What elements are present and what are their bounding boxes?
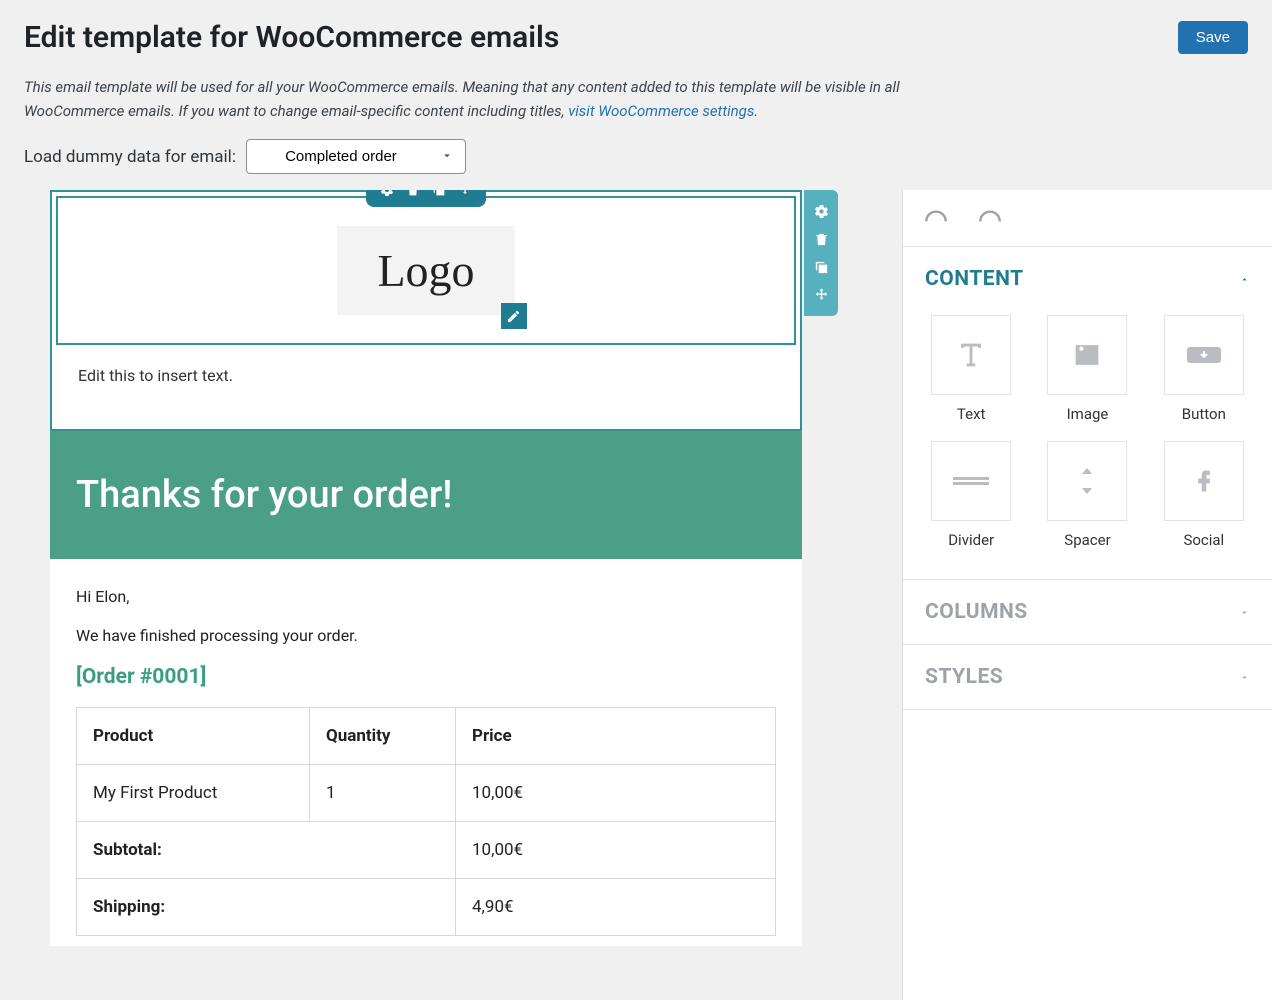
order-heading: [Order #0001] bbox=[76, 665, 776, 689]
logo-placeholder[interactable]: Logo bbox=[337, 226, 514, 315]
email-body[interactable]: Hi Elon, We have finished processing you… bbox=[50, 559, 802, 946]
summary-value: 10,00€ bbox=[456, 822, 776, 879]
processed-text: We have finished processing your order. bbox=[76, 626, 776, 645]
panel-columns: COLUMNS bbox=[903, 580, 1272, 645]
content-label: Spacer bbox=[1064, 531, 1110, 549]
cell-product: My First Product bbox=[77, 765, 310, 822]
dummy-data-label: Load dummy data for email: bbox=[24, 147, 236, 167]
button-icon bbox=[1164, 315, 1244, 395]
move-icon[interactable] bbox=[454, 190, 476, 201]
cell-qty: 1 bbox=[310, 765, 456, 822]
selected-section[interactable]: Logo Edit this to insert text. bbox=[50, 190, 802, 431]
col-price: Price bbox=[456, 708, 776, 765]
content-item-image[interactable]: Image bbox=[1041, 315, 1133, 423]
trash-icon[interactable] bbox=[402, 190, 424, 201]
logo-text: Logo bbox=[377, 245, 474, 296]
content-item-divider[interactable]: Divider bbox=[925, 441, 1017, 549]
social-icon bbox=[1164, 441, 1244, 521]
col-product: Product bbox=[77, 708, 310, 765]
redo-icon[interactable] bbox=[977, 206, 1003, 230]
table-row: My First Product 1 10,00€ bbox=[77, 765, 776, 822]
page-title: Edit template for WooCommerce emails bbox=[24, 20, 559, 55]
summary-row: Subtotal: 10,00€ bbox=[77, 822, 776, 879]
gear-icon[interactable] bbox=[376, 190, 398, 201]
content-item-spacer[interactable]: Spacer bbox=[1041, 441, 1133, 549]
panel-columns-header[interactable]: COLUMNS bbox=[903, 580, 1272, 644]
block-toolbar bbox=[366, 190, 486, 207]
image-icon bbox=[1047, 315, 1127, 395]
summary-row: Shipping: 4,90€ bbox=[77, 879, 776, 936]
col-qty: Quantity bbox=[310, 708, 456, 765]
caret-down-icon bbox=[1239, 668, 1250, 687]
duplicate-icon[interactable] bbox=[810, 256, 832, 278]
logo-block[interactable]: Logo bbox=[56, 196, 796, 345]
content-item-social[interactable]: Social bbox=[1158, 441, 1250, 549]
table-header-row: Product Quantity Price bbox=[77, 708, 776, 765]
caret-down-icon bbox=[1239, 603, 1250, 622]
panel-columns-title: COLUMNS bbox=[925, 600, 1028, 624]
content-grid: Text Image Button bbox=[903, 311, 1272, 579]
duplicate-icon[interactable] bbox=[428, 190, 450, 201]
panel-styles: STYLES bbox=[903, 645, 1272, 710]
content-item-button[interactable]: Button bbox=[1158, 315, 1250, 423]
summary-label: Subtotal: bbox=[77, 822, 456, 879]
content-label: Social bbox=[1183, 531, 1224, 549]
undo-icon[interactable] bbox=[923, 206, 949, 230]
gear-icon[interactable] bbox=[810, 200, 832, 222]
content-label: Button bbox=[1182, 405, 1226, 423]
content-label: Divider bbox=[948, 531, 994, 549]
summary-value: 4,90€ bbox=[456, 879, 776, 936]
save-button[interactable]: Save bbox=[1178, 21, 1248, 54]
editor-sidebar: CONTENT Text Image bbox=[902, 190, 1272, 1000]
trash-icon[interactable] bbox=[810, 228, 832, 250]
email-banner[interactable]: Thanks for your order! bbox=[50, 431, 802, 559]
summary-label: Shipping: bbox=[77, 879, 456, 936]
intro-prefix: This email template will be used for all… bbox=[24, 78, 900, 120]
spacer-icon bbox=[1047, 441, 1127, 521]
panel-content-title: CONTENT bbox=[925, 267, 1024, 291]
panel-content-header[interactable]: CONTENT bbox=[903, 247, 1272, 311]
content-label: Image bbox=[1067, 405, 1109, 423]
divider-icon bbox=[931, 441, 1011, 521]
move-icon[interactable] bbox=[810, 284, 832, 306]
intro-text: This email template will be used for all… bbox=[24, 75, 944, 123]
text-icon bbox=[931, 315, 1011, 395]
cell-price: 10,00€ bbox=[456, 765, 776, 822]
content-label: Text bbox=[957, 405, 986, 423]
history-bar bbox=[903, 190, 1272, 247]
dummy-data-select[interactable]: Completed order bbox=[246, 139, 466, 174]
woocommerce-settings-link[interactable]: visit WooCommerce settings bbox=[568, 102, 754, 120]
intro-suffix: . bbox=[754, 102, 758, 120]
panel-styles-title: STYLES bbox=[925, 665, 1003, 689]
edit-image-icon[interactable] bbox=[501, 303, 527, 329]
column-toolbar bbox=[804, 190, 838, 316]
order-table: Product Quantity Price My First Product … bbox=[76, 707, 776, 936]
panel-styles-header[interactable]: STYLES bbox=[903, 645, 1272, 709]
content-item-text[interactable]: Text bbox=[925, 315, 1017, 423]
greeting-text: Hi Elon, bbox=[76, 587, 776, 606]
panel-content: CONTENT Text Image bbox=[903, 247, 1272, 580]
caret-up-icon bbox=[1239, 270, 1250, 289]
text-block[interactable]: Edit this to insert text. bbox=[56, 345, 796, 425]
